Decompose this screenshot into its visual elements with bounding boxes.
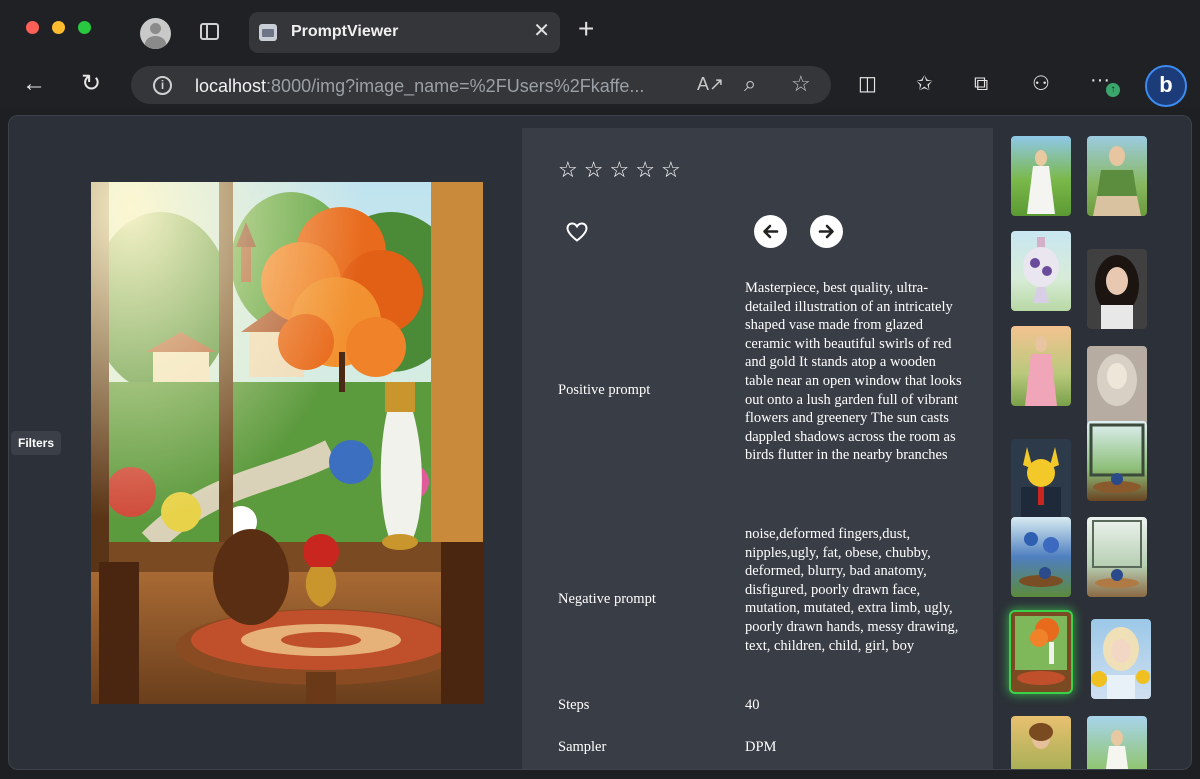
thumbnail-orange-flower-vase[interactable] xyxy=(1011,612,1071,692)
star-icon[interactable]: ☆ xyxy=(584,158,604,182)
positive-prompt-label: Positive prompt xyxy=(558,382,651,398)
thumbnail-woman-field[interactable] xyxy=(1011,716,1071,769)
steps-label: Steps xyxy=(558,697,590,713)
rating-stars: ☆ ☆ ☆ ☆ ☆ xyxy=(558,158,681,182)
negative-prompt-label: Negative prompt xyxy=(558,591,656,607)
arrow-left-icon xyxy=(763,224,779,239)
thumbnail-strip xyxy=(1009,134,1169,769)
thumbnail-dark-haired-woman[interactable] xyxy=(1087,249,1147,329)
sampler-value: DPM xyxy=(745,739,777,755)
thumbnail-blonde-woman-sunflowers[interactable] xyxy=(1091,619,1151,699)
maximize-window-button[interactable] xyxy=(78,21,91,34)
thumbnail-woman-white-dress[interactable] xyxy=(1011,136,1071,216)
back-icon[interactable]: ← xyxy=(22,70,46,98)
bing-copilot-button[interactable]: b xyxy=(1145,65,1187,107)
prompt-viewer-page: Filters ☆ ☆ ☆ ☆ ☆ Positive prompt Master… xyxy=(8,115,1192,770)
favorites-icon[interactable]: ✩ xyxy=(916,72,933,96)
address-bar[interactable]: i localhost:8000/img?image_name=%2FUsers… xyxy=(131,66,831,104)
thumbnail-monochrome-woman[interactable] xyxy=(1087,346,1147,426)
thumbnail-window-plants[interactable] xyxy=(1087,517,1147,597)
collections-icon[interactable]: ⧉ xyxy=(974,72,988,96)
site-info-icon[interactable]: i xyxy=(153,76,172,95)
close-window-button[interactable] xyxy=(26,21,39,34)
star-icon[interactable]: ☆ xyxy=(661,158,681,182)
previous-image-button[interactable] xyxy=(754,215,787,248)
thumbnail-blue-flowers[interactable] xyxy=(1011,517,1071,597)
thumbnail-woman-pink-dress[interactable] xyxy=(1011,326,1071,406)
favicon-icon xyxy=(259,24,277,41)
tab-actions-icon[interactable] xyxy=(200,23,219,40)
star-icon[interactable]: ☆ xyxy=(609,158,629,182)
favorite-heart-icon[interactable] xyxy=(565,220,589,244)
info-panel: ☆ ☆ ☆ ☆ ☆ Positive prompt Masterpiece, b… xyxy=(522,128,993,769)
browser-titlebar: PromptViewer ✕ + xyxy=(0,0,1200,62)
zoom-icon[interactable]: ⌕ xyxy=(744,71,756,97)
sampler-label: Sampler xyxy=(558,739,607,755)
star-icon[interactable]: ☆ xyxy=(558,158,578,182)
negative-prompt-value: noise,deformed fingers,dust, nipples,ugl… xyxy=(745,526,959,654)
browser-toolbar: ← ↻ i localhost:8000/img?image_name=%2FU… xyxy=(0,62,1200,108)
close-tab-icon[interactable]: ✕ xyxy=(533,21,550,41)
thumbnail-floral-vase[interactable] xyxy=(1011,231,1071,311)
minimize-window-button[interactable] xyxy=(52,21,65,34)
url-text[interactable]: localhost:8000/img?image_name=%2FUsers%2… xyxy=(195,76,644,97)
split-screen-icon[interactable]: ◫ xyxy=(858,72,877,96)
reload-icon[interactable]: ↻ xyxy=(81,70,101,98)
arrow-right-icon xyxy=(818,224,834,239)
tab-title: PromptViewer xyxy=(291,23,399,40)
next-image-button[interactable] xyxy=(810,215,843,248)
thumbnail-pikachu-suit[interactable] xyxy=(1011,439,1071,519)
main-image xyxy=(91,182,483,704)
tab-promptviewer[interactable]: PromptViewer ✕ xyxy=(249,12,560,53)
thumbnail-woman-green-top[interactable] xyxy=(1087,136,1147,216)
positive-prompt-value: Masterpiece, best quality, ultra-detaile… xyxy=(745,280,962,464)
new-tab-button[interactable]: + xyxy=(578,14,594,44)
profile-avatar[interactable] xyxy=(140,18,171,49)
update-badge-icon: ↑ xyxy=(1106,83,1120,97)
add-favorite-icon[interactable]: ☆ xyxy=(791,71,811,97)
thumbnail-window-table[interactable] xyxy=(1087,421,1147,501)
steps-value: 40 xyxy=(745,697,760,713)
thumbnail-woman-green-hills[interactable] xyxy=(1087,716,1147,769)
star-icon[interactable]: ☆ xyxy=(635,158,655,182)
read-aloud-icon[interactable]: A↗ xyxy=(697,74,724,95)
share-icon[interactable]: ⚇ xyxy=(1032,72,1050,96)
filters-button[interactable]: Filters xyxy=(11,431,61,455)
